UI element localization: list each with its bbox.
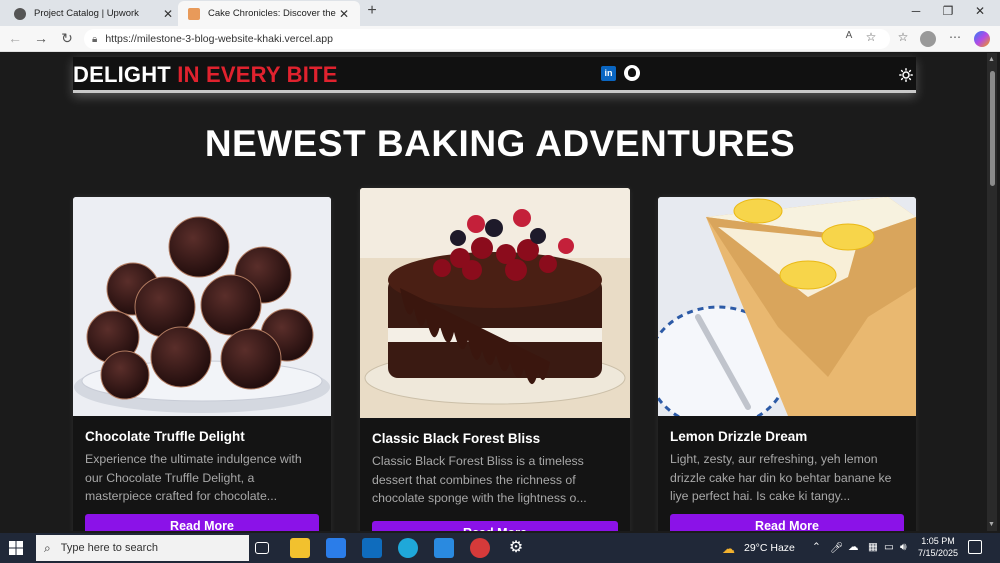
refresh-button[interactable]: ↻ [58, 30, 76, 47]
chrome-icon[interactable] [470, 538, 490, 558]
profile-avatar[interactable] [920, 31, 936, 47]
taskbar-search-box[interactable]: ⌕ Type here to search [36, 535, 249, 561]
browser-tab-bar: Project Catalog | Upwork ✕ Cake Chronicl… [0, 0, 1000, 26]
read-aloud-icon[interactable]: A [840, 30, 858, 41]
copilot-icon[interactable] [974, 31, 990, 47]
weather-icon[interactable]: ☁ [722, 541, 735, 557]
address-bar-row: ← → ↻ 🔒︎ https://milestone-3-blog-websit… [0, 26, 1000, 52]
maximize-button[interactable]: ❐ [938, 4, 958, 18]
outlook-icon[interactable] [362, 538, 382, 558]
web-page: DELIGHT IN EVERY BITE in NEWEST BAKING A… [3, 53, 997, 531]
favorite-star-icon[interactable]: ☆ [862, 30, 880, 44]
close-tab-icon[interactable]: ✕ [336, 7, 352, 21]
upwork-favicon-icon [14, 7, 26, 20]
url-text: https://milestone-3-blog-website-khaki.v… [105, 33, 333, 45]
chocolate-truffles-image [73, 197, 331, 416]
more-options-icon[interactable]: ⋯ [946, 30, 964, 44]
close-window-button[interactable]: ✕ [970, 4, 990, 18]
logo-accent: IN EVERY BITE [177, 62, 338, 87]
read-more-button[interactable]: Read More [670, 514, 904, 531]
blog-card-chocolate-truffle[interactable]: Chocolate Truffle Delight Experience the… [73, 197, 331, 531]
site-header: DELIGHT IN EVERY BITE in [73, 57, 916, 93]
card-excerpt: Classic Black Forest Bliss is a timeless… [372, 454, 587, 505]
lock-icon: 🔒︎ [92, 33, 98, 45]
logo-main: DELIGHT [73, 62, 171, 87]
read-more-button[interactable]: Read More [372, 521, 618, 531]
onedrive-icon[interactable]: ☁ [848, 541, 859, 553]
clock-time: 1:05 PM [921, 536, 955, 546]
volume-icon[interactable]: 🔊︎ [900, 541, 907, 554]
close-tab-icon[interactable]: ✕ [160, 7, 176, 21]
section-headline: NEWEST BAKING ADVENTURES [204, 123, 796, 164]
card-title[interactable]: Lemon Drizzle Dream [670, 429, 807, 444]
card-excerpt: Light, zesty, aur refreshing, yeh lemon … [670, 452, 892, 503]
tab-title: Project Catalog | Upwork [34, 8, 139, 19]
card-excerpt: Experience the ultimate indulgence with … [85, 452, 302, 503]
new-tab-button[interactable]: + [362, 2, 382, 20]
site-favicon-icon [188, 7, 200, 20]
tab-upwork[interactable]: Project Catalog | Upwork ✕ [4, 1, 184, 26]
tray-overflow-icon[interactable]: ⌃ [812, 541, 821, 553]
black-forest-cake-image [360, 188, 630, 418]
github-icon[interactable] [624, 65, 640, 81]
clock-date: 7/15/2025 [917, 548, 959, 558]
favorites-icon[interactable]: ☆ [894, 30, 912, 44]
forward-button[interactable]: → [32, 30, 50, 46]
card-title[interactable]: Classic Black Forest Bliss [372, 431, 540, 446]
search-placeholder: Type here to search [60, 542, 158, 554]
windows-taskbar: ⌕ Type here to search ⚙ ☁ 29°C Haze ⌃ 🎤︎… [0, 533, 1000, 563]
tab-title: Cake Chronicles: Discover the Art [208, 8, 336, 19]
back-button[interactable]: ← [6, 30, 24, 46]
read-more-button[interactable]: Read More [85, 514, 319, 531]
notification-icon[interactable] [968, 540, 982, 554]
file-explorer-icon[interactable] [290, 538, 310, 558]
battery-icon[interactable]: ▭ [884, 541, 894, 553]
scroll-up-icon[interactable]: ▲ [988, 56, 995, 63]
microphone-icon[interactable]: 🎤︎ [830, 541, 843, 554]
search-icon: ⌕ [44, 540, 51, 555]
lemon-drizzle-cake-image [658, 197, 916, 416]
blog-card-black-forest[interactable]: Classic Black Forest Bliss Classic Black… [360, 188, 630, 531]
weather-text[interactable]: 29°C Haze [744, 542, 795, 554]
scrollbar-thumb[interactable] [990, 71, 995, 186]
scroll-down-icon[interactable]: ▼ [988, 521, 995, 528]
page-scrollbar[interactable]: ▲ ▼ [987, 53, 997, 531]
vscode-icon[interactable] [434, 538, 454, 558]
theme-toggle-sun-icon[interactable] [899, 68, 913, 82]
task-view-icon[interactable] [255, 542, 269, 554]
card-title[interactable]: Chocolate Truffle Delight [85, 429, 245, 444]
network-icon[interactable]: ▦ [868, 541, 878, 553]
store-icon[interactable] [326, 538, 346, 558]
settings-gear-icon[interactable]: ⚙ [506, 538, 526, 558]
site-logo[interactable]: DELIGHT IN EVERY BITE [73, 62, 338, 88]
blog-card-lemon-drizzle[interactable]: Lemon Drizzle Dream Light, zesty, aur re… [658, 197, 916, 531]
taskbar-clock[interactable]: 1:05 PM 7/15/2025 [908, 535, 968, 559]
linkedin-icon[interactable]: in [601, 66, 616, 81]
windows-start-icon[interactable] [9, 541, 23, 555]
minimize-button[interactable]: ─ [906, 4, 926, 18]
url-field[interactable]: 🔒︎ https://milestone-3-blog-website-khak… [84, 29, 890, 49]
tab-cake-chronicles[interactable]: Cake Chronicles: Discover the Art ✕ [178, 1, 360, 26]
edge-icon[interactable] [398, 538, 418, 558]
